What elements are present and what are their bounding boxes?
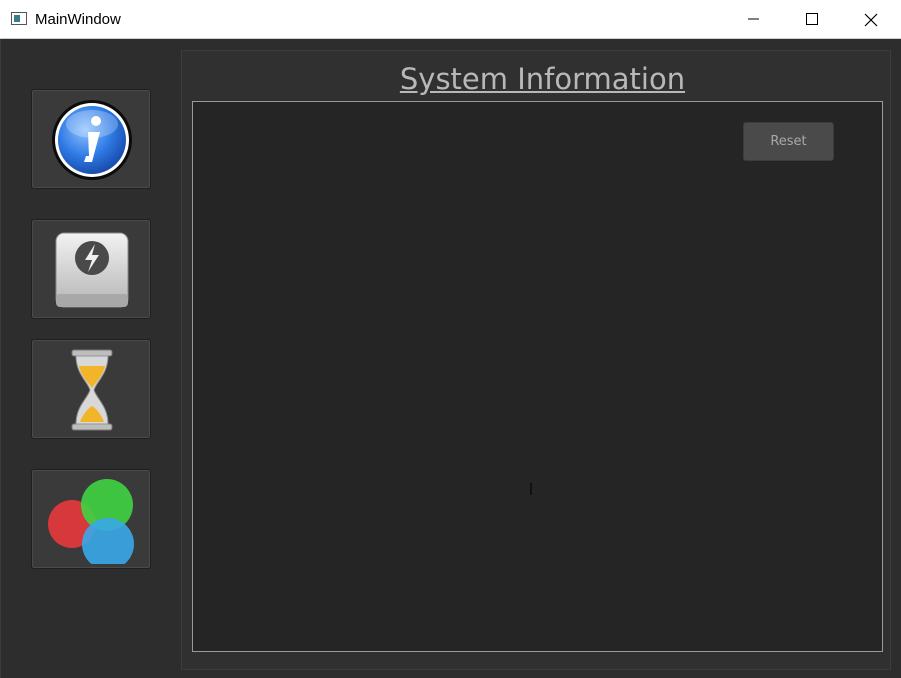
info-icon xyxy=(52,100,132,180)
window-title: MainWindow xyxy=(35,11,121,28)
sidebar-item-color[interactable] xyxy=(31,469,151,569)
reset-button[interactable]: Reset xyxy=(743,122,834,161)
drive-icon xyxy=(55,232,129,308)
close-button[interactable] xyxy=(842,0,900,39)
sidebar-item-drive[interactable] xyxy=(31,219,151,319)
page-title: System Information xyxy=(399,62,686,96)
app-icon xyxy=(11,12,27,25)
minimize-button[interactable] xyxy=(726,0,784,39)
close-icon xyxy=(864,13,878,27)
sidebar-item-info[interactable] xyxy=(31,89,151,189)
text-cursor xyxy=(530,483,532,495)
maximize-button[interactable] xyxy=(784,0,842,39)
title-bar: MainWindow xyxy=(0,0,901,39)
color-circles-icon xyxy=(48,479,134,564)
hourglass-icon xyxy=(71,349,113,431)
sidebar-item-timer[interactable] xyxy=(31,339,151,439)
maximize-icon xyxy=(806,13,818,25)
content-area xyxy=(192,101,883,652)
minimize-icon xyxy=(748,18,759,20)
